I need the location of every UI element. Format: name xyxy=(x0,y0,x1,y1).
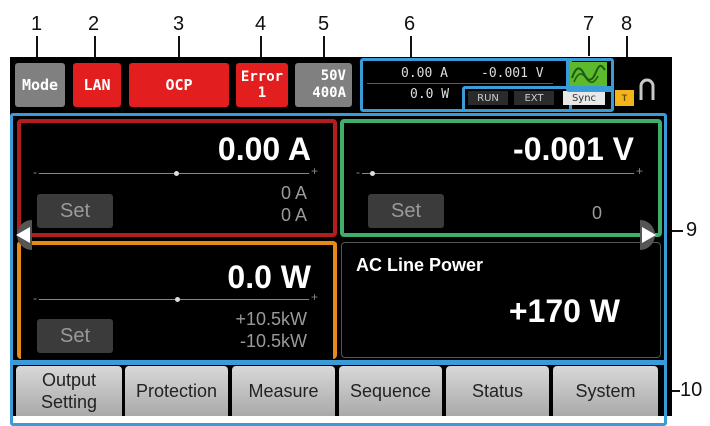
ext-indicator[interactable]: EXT xyxy=(514,91,554,105)
error-count: 1 xyxy=(257,85,267,101)
power-slider-minus: - xyxy=(33,291,37,305)
callout-1: 1 xyxy=(31,13,43,35)
callout-10: 10 xyxy=(680,379,703,401)
voltage-slider-thumb[interactable] xyxy=(370,171,375,176)
power-value: 0.0 W xyxy=(227,259,311,295)
mode-indicator[interactable]: Mode xyxy=(15,63,65,107)
monitor-current: 0.00 A xyxy=(401,66,448,81)
power-set-button[interactable]: Set xyxy=(37,319,113,353)
power-slider-thumb[interactable] xyxy=(175,297,180,302)
rating-voltage: 50V xyxy=(320,68,346,84)
callout-5: 5 xyxy=(318,13,330,35)
prev-page-arrow-icon[interactable] xyxy=(10,220,32,250)
callout-4: 4 xyxy=(255,13,267,35)
current-slider-plus: + xyxy=(311,164,319,178)
callout-8: 8 xyxy=(621,13,633,35)
power-panel[interactable]: 0.0 W - + Set +10.5kW -10.5kW xyxy=(17,241,337,359)
current-limit-high: 0 A xyxy=(280,183,307,203)
callout-7-line xyxy=(588,36,590,56)
monitor-power: 0.0 W xyxy=(410,87,450,102)
callout-2: 2 xyxy=(88,13,100,35)
callout-6-line xyxy=(410,36,412,58)
lan-indicator[interactable]: LAN xyxy=(73,63,121,107)
voltage-slider[interactable] xyxy=(362,173,634,174)
callout-6: 6 xyxy=(404,13,416,35)
sync-indicator[interactable]: Sync xyxy=(563,91,605,105)
current-slider-minus: - xyxy=(33,165,37,179)
tab-output-setting-line1: Output xyxy=(41,370,97,390)
power-slider-plus: + xyxy=(311,290,319,304)
ocp-alarm-indicator[interactable]: OCP xyxy=(129,63,229,107)
monitor-voltage: -0.001 V xyxy=(481,66,544,81)
ac-line-power-panel: AC Line Power +170 W xyxy=(341,242,661,358)
callout-9: 9 xyxy=(686,219,698,241)
next-page-arrow-icon[interactable] xyxy=(640,220,662,250)
error-label: Error xyxy=(240,69,284,85)
callout-7: 7 xyxy=(583,13,595,35)
rating-current: 400A xyxy=(312,85,346,101)
current-value: 0.00 A xyxy=(217,131,311,167)
tab-output-setting-line2: Setting xyxy=(40,392,98,412)
tab-protection[interactable]: Protection xyxy=(125,366,228,416)
ac-waveform-icon[interactable] xyxy=(570,62,607,86)
rating-indicator[interactable]: 50V 400A xyxy=(295,63,352,107)
current-panel[interactable]: 0.00 A - + Set 0 A 0 A xyxy=(17,119,337,237)
voltage-set-button[interactable]: Set xyxy=(368,194,444,228)
tab-measure[interactable]: Measure xyxy=(232,366,335,416)
tab-sequence[interactable]: Sequence xyxy=(339,366,442,416)
tab-status[interactable]: Status xyxy=(446,366,549,416)
tab-output-setting[interactable]: Output Setting xyxy=(16,366,122,416)
current-limit-low: 0 A xyxy=(280,205,307,225)
voltage-value: -0.001 V xyxy=(513,131,634,167)
ac-line-power-title: AC Line Power xyxy=(356,255,484,275)
error-indicator[interactable]: Error 1 xyxy=(236,63,288,107)
lock-icon[interactable]: T xyxy=(615,90,634,106)
voltage-panel[interactable]: -0.001 V - + Set 0 xyxy=(340,119,662,237)
power-limit-high: +10.5kW xyxy=(235,309,307,329)
unlock-shackle-icon xyxy=(638,76,656,100)
voltage-slider-minus: - xyxy=(356,165,360,179)
voltage-slider-plus: + xyxy=(636,164,644,178)
run-indicator[interactable]: RUN xyxy=(468,91,508,105)
power-limit-low: -10.5kW xyxy=(239,331,307,351)
callout-3: 3 xyxy=(173,13,185,35)
current-set-button[interactable]: Set xyxy=(37,194,113,228)
ac-line-power-value: +170 W xyxy=(508,293,620,329)
power-slider[interactable] xyxy=(39,299,309,300)
current-slider-thumb[interactable] xyxy=(174,171,179,176)
monitor-divider xyxy=(367,83,553,84)
tab-system[interactable]: System xyxy=(553,366,658,416)
voltage-limit: 0 xyxy=(591,203,602,223)
